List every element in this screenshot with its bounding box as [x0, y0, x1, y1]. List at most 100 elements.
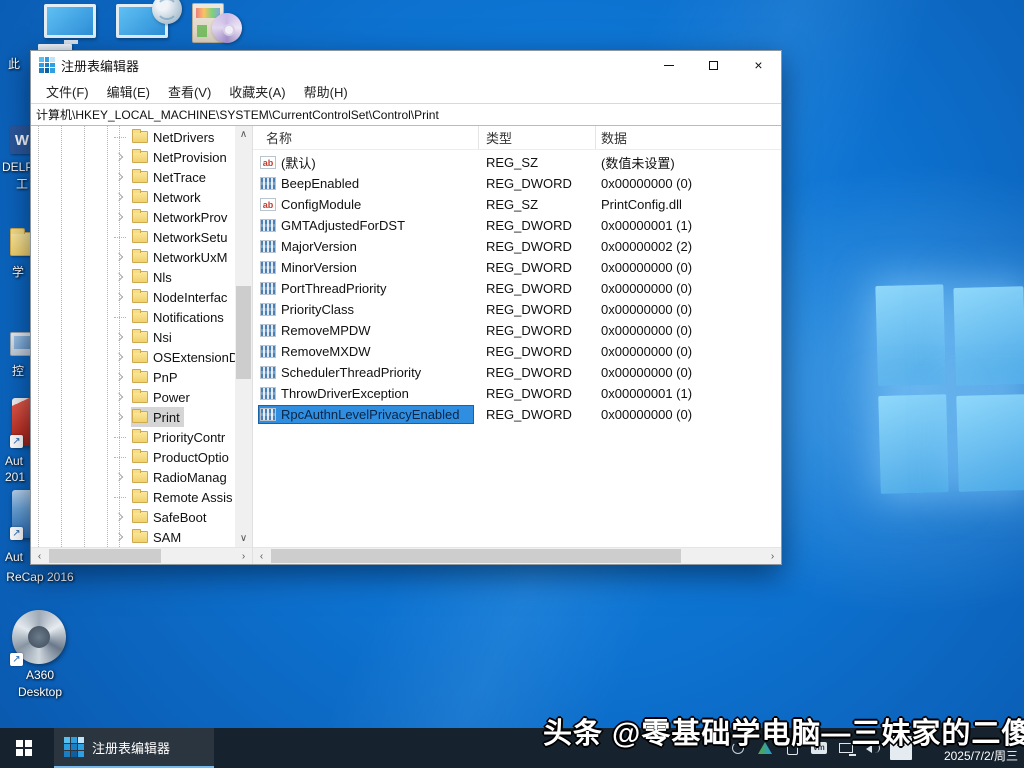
start-button[interactable]: [0, 728, 48, 768]
expand-chevron-icon[interactable]: [113, 171, 125, 183]
menu-help[interactable]: 帮助(H): [295, 79, 357, 104]
tree-item-Network[interactable]: Network: [31, 187, 235, 207]
tree-vertical-scrollbar[interactable]: ∧ ∨: [235, 126, 252, 547]
expand-chevron-icon[interactable]: [113, 531, 125, 543]
expand-chevron-icon[interactable]: [113, 291, 125, 303]
menu-favorites[interactable]: 收藏夹(A): [220, 79, 294, 104]
menu-edit[interactable]: 编辑(E): [98, 79, 159, 104]
address-bar[interactable]: 计算机\HKEY_LOCAL_MACHINE\SYSTEM\CurrentCon…: [31, 103, 781, 126]
tree-item-ProductOptio[interactable]: ProductOptio: [31, 447, 235, 467]
tree-item-SafeBoot[interactable]: SafeBoot: [31, 507, 235, 527]
desktop-label-a360-2[interactable]: Desktop: [0, 685, 80, 699]
expand-chevron-icon[interactable]: [113, 151, 125, 163]
value-row-SchedulerThreadPriority[interactable]: SchedulerThreadPriorityREG_DWORD0x000000…: [253, 362, 781, 383]
value-name-cell[interactable]: MajorVersion: [259, 238, 473, 255]
expand-chevron-icon[interactable]: [113, 251, 125, 263]
value-row-(默认)[interactable]: (默认)REG_SZ(数值未设置): [253, 152, 781, 173]
tree-node[interactable]: Power: [131, 387, 194, 407]
tree-item-Power[interactable]: Power: [31, 387, 235, 407]
expand-chevron-icon[interactable]: [113, 331, 125, 343]
minimize-button[interactable]: [646, 51, 691, 79]
tree-item-OSExtensionD[interactable]: OSExtensionD: [31, 347, 235, 367]
expand-chevron-icon[interactable]: [113, 511, 125, 523]
tree-item-RadioManag[interactable]: RadioManag: [31, 467, 235, 487]
this-pc-icon[interactable]: [44, 4, 96, 38]
menu-file[interactable]: 文件(F): [37, 79, 98, 104]
value-name-cell[interactable]: RemoveMXDW: [259, 343, 473, 360]
value-row-GMTAdjustedForDST[interactable]: GMTAdjustedForDSTREG_DWORD0x00000001 (1): [253, 215, 781, 236]
desktop-label-this-pc[interactable]: 此: [8, 55, 20, 72]
tree-node[interactable]: RadioManag: [131, 467, 231, 487]
desktop-label-study[interactable]: 学: [12, 263, 24, 280]
value-row-BeepEnabled[interactable]: BeepEnabledREG_DWORD0x00000000 (0): [253, 173, 781, 194]
expand-chevron-icon[interactable]: [113, 191, 125, 203]
desktop-label-a360-1[interactable]: A360: [0, 668, 80, 682]
tree-node[interactable]: NetDrivers: [131, 127, 218, 147]
value-name-cell[interactable]: BeepEnabled: [259, 175, 473, 192]
tree-panel[interactable]: NetDriversNetProvisionNetTraceNetworkNet…: [31, 126, 253, 564]
tree-node[interactable]: NetworkSetu: [131, 227, 231, 247]
tree-node[interactable]: Nls: [131, 267, 176, 287]
value-row-PriorityClass[interactable]: PriorityClassREG_DWORD0x00000000 (0): [253, 299, 781, 320]
value-row-MinorVersion[interactable]: MinorVersionREG_DWORD0x00000000 (0): [253, 257, 781, 278]
tree-item-NetworkUxM[interactable]: NetworkUxM: [31, 247, 235, 267]
tree-node[interactable]: Print: [131, 407, 184, 427]
value-name-cell[interactable]: GMTAdjustedForDST: [259, 217, 473, 234]
desktop-label-recap-2[interactable]: ReCap 2016: [0, 570, 80, 584]
expand-chevron-icon[interactable]: [113, 391, 125, 403]
value-row-PortThreadPriority[interactable]: PortThreadPriorityREG_DWORD0x00000000 (0…: [253, 278, 781, 299]
tree-node[interactable]: Notifications: [131, 307, 228, 327]
tree-node[interactable]: PriorityContr: [131, 427, 229, 447]
desktop-label-word-2[interactable]: 工: [16, 175, 28, 192]
tree-node[interactable]: Network: [131, 187, 205, 207]
value-row-ConfigModule[interactable]: ConfigModuleREG_SZPrintConfig.dll: [253, 194, 781, 215]
tree-item-Notifications[interactable]: Notifications: [31, 307, 235, 327]
values-horizontal-scrollbar[interactable]: ‹ ›: [253, 547, 781, 564]
expand-chevron-icon[interactable]: [113, 371, 125, 383]
tree-item-NetworkProv[interactable]: NetworkProv: [31, 207, 235, 227]
tree-node[interactable]: NetworkUxM: [131, 247, 231, 267]
expand-chevron-icon[interactable]: [113, 271, 125, 283]
tree-node[interactable]: OSExtensionD: [131, 347, 242, 367]
expand-chevron-icon[interactable]: [113, 351, 125, 363]
desktop-label-word-1[interactable]: DELP: [2, 160, 33, 174]
title-bar[interactable]: 注册表编辑器 ×: [31, 51, 781, 79]
value-row-ThrowDriverException[interactable]: ThrowDriverExceptionREG_DWORD0x00000001 …: [253, 383, 781, 404]
desktop-label-recap-1[interactable]: Aut: [5, 550, 23, 564]
value-name-cell[interactable]: RpcAuthnLevelPrivacyEnabled: [259, 406, 473, 423]
desktop-label-control[interactable]: 控: [12, 362, 24, 379]
value-name-cell[interactable]: ConfigModule: [259, 196, 473, 213]
tree-item-NetDrivers[interactable]: NetDrivers: [31, 127, 235, 147]
tree-item-Nls[interactable]: Nls: [31, 267, 235, 287]
scroll-down-icon[interactable]: ∨: [235, 530, 252, 547]
network-globe-icon[interactable]: [116, 4, 168, 38]
value-row-RemoveMXDW[interactable]: RemoveMXDWREG_DWORD0x00000000 (0): [253, 341, 781, 362]
maximize-button[interactable]: [691, 51, 736, 79]
taskbar-item-regedit[interactable]: 注册表编辑器: [54, 728, 214, 768]
tree-node[interactable]: PnP: [131, 367, 182, 387]
value-name-cell[interactable]: SchedulerThreadPriority: [259, 364, 473, 381]
tree-item-PriorityContr[interactable]: PriorityContr: [31, 427, 235, 447]
scrollbar-thumb[interactable]: [236, 286, 251, 379]
column-header-type[interactable]: 类型: [479, 126, 596, 149]
tree-item-SAM[interactable]: SAM: [31, 527, 235, 547]
tree-node[interactable]: NetworkProv: [131, 207, 231, 227]
close-button[interactable]: ×: [736, 51, 781, 79]
expand-chevron-icon[interactable]: [113, 211, 125, 223]
tree-node[interactable]: ProductOptio: [131, 447, 233, 467]
scroll-left-icon[interactable]: ‹: [31, 548, 48, 564]
scroll-up-icon[interactable]: ∧: [235, 126, 252, 143]
tree-item-NetProvision[interactable]: NetProvision: [31, 147, 235, 167]
value-name-cell[interactable]: MinorVersion: [259, 259, 473, 276]
value-name-cell[interactable]: PortThreadPriority: [259, 280, 473, 297]
tree-item-Remote Assis[interactable]: Remote Assis: [31, 487, 235, 507]
tree-horizontal-scrollbar[interactable]: ‹ ›: [31, 547, 252, 564]
value-name-cell[interactable]: PriorityClass: [259, 301, 473, 318]
tree-node[interactable]: NetTrace: [131, 167, 210, 187]
scroll-right-icon[interactable]: ›: [235, 548, 252, 564]
tree-node[interactable]: SAM: [131, 527, 185, 547]
desktop-label-autocad-1[interactable]: Aut: [5, 454, 23, 468]
value-name-cell[interactable]: ThrowDriverException: [259, 385, 473, 402]
tree-item-NodeInterfac[interactable]: NodeInterfac: [31, 287, 235, 307]
expand-chevron-icon[interactable]: [113, 471, 125, 483]
